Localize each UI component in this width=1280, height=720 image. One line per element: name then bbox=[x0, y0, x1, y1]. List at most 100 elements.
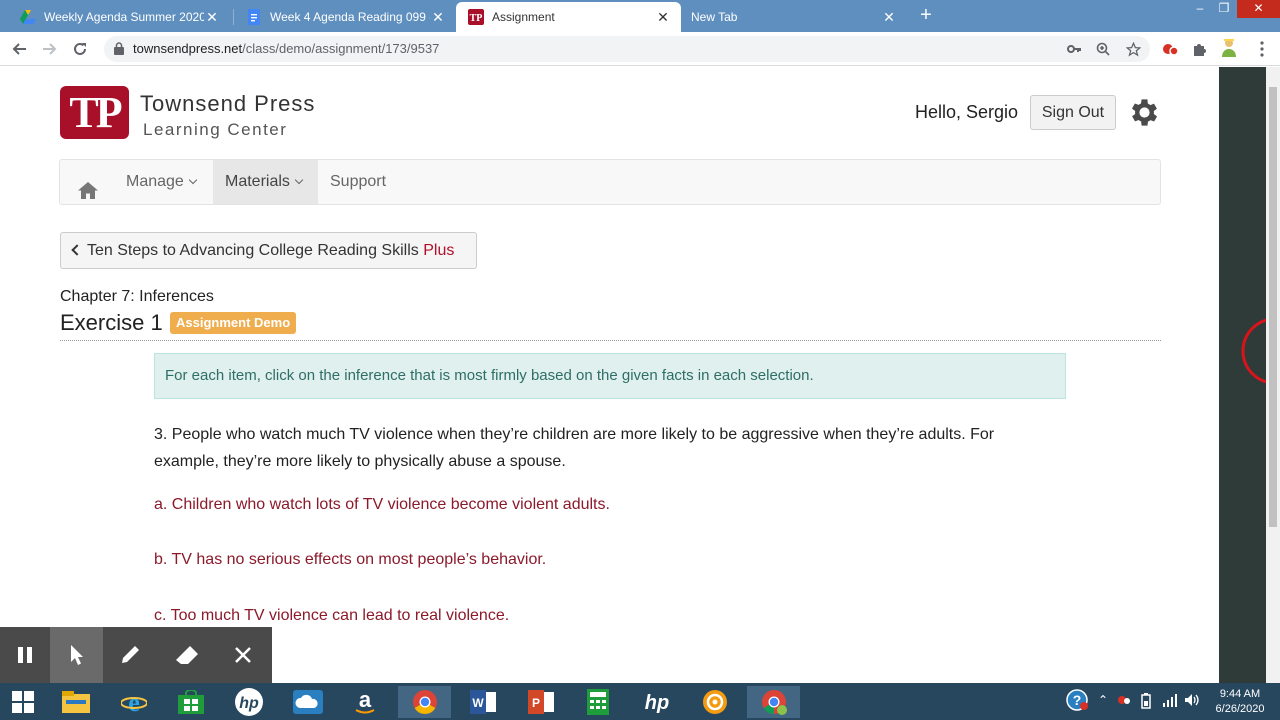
chrome-taskbar-icon[interactable] bbox=[398, 686, 451, 718]
svg-text:a: a bbox=[359, 689, 372, 712]
tab-strip: Weekly Agenda Summer 2020 - G ✕ Week 4 A… bbox=[0, 0, 1280, 32]
new-tab-plus-icon[interactable]: + bbox=[915, 5, 937, 27]
eraser-icon[interactable] bbox=[162, 627, 212, 683]
svg-text:e: e bbox=[128, 689, 140, 715]
chevron-left-icon bbox=[71, 244, 83, 256]
nav-support-label: Support bbox=[330, 173, 387, 190]
back-to-book-button[interactable]: Ten Steps to Advancing College Reading S… bbox=[60, 232, 477, 269]
pause-icon[interactable] bbox=[0, 627, 50, 683]
forward-arrow-icon[interactable] bbox=[38, 38, 60, 60]
hp-icon[interactable]: hp bbox=[224, 686, 274, 718]
nav-support[interactable]: Support bbox=[318, 160, 398, 204]
address-bar[interactable]: townsendpress.net/class/demo/assignment/… bbox=[104, 36, 1150, 62]
chapter-title: Chapter 7: Inferences bbox=[60, 288, 214, 305]
tab-title: Assignment bbox=[492, 10, 555, 24]
nav-manage[interactable]: Manage bbox=[114, 160, 208, 204]
tab-assignment[interactable]: TP Assignment ✕ bbox=[456, 2, 681, 32]
calculator-icon[interactable] bbox=[573, 686, 623, 718]
answer-choice-b[interactable]: b. TV has no serious effects on most peo… bbox=[154, 551, 546, 569]
restore-icon[interactable]: ❐ bbox=[1214, 0, 1234, 18]
page-scrollbar[interactable] bbox=[1266, 67, 1280, 683]
tab-title: Week 4 Agenda Reading 099 - G bbox=[270, 10, 430, 24]
nav-home[interactable] bbox=[66, 160, 110, 204]
clock-date: 6/26/2020 bbox=[1215, 703, 1265, 715]
bookmark-star-icon[interactable] bbox=[1125, 41, 1141, 57]
back-button-suffix: Plus bbox=[423, 242, 455, 259]
tab-title: Weekly Agenda Summer 2020 - G bbox=[44, 10, 204, 24]
chevron-down-icon bbox=[294, 175, 304, 185]
tab-title: New Tab bbox=[691, 10, 738, 24]
taskbar-clock[interactable]: 9:44 AM 6/26/2020 bbox=[1214, 687, 1266, 717]
more-menu-icon[interactable] bbox=[1252, 39, 1272, 59]
url-text: townsendpress.net/class/demo/assignment/… bbox=[133, 41, 439, 56]
zoom-icon[interactable] bbox=[1095, 41, 1111, 57]
annotation-toolbar bbox=[0, 627, 272, 683]
tab-week4-agenda[interactable]: Week 4 Agenda Reading 099 - G ✕ bbox=[234, 2, 456, 32]
close-icon[interactable]: ✕ bbox=[430, 9, 446, 26]
pencil-icon[interactable] bbox=[105, 627, 155, 683]
back-button-label: Ten Steps to Advancing College Reading S… bbox=[87, 242, 419, 259]
chevron-down-icon bbox=[188, 175, 198, 185]
answer-choice-a[interactable]: a. Children who watch lots of TV violenc… bbox=[154, 496, 610, 514]
sign-out-button[interactable]: Sign Out bbox=[1030, 95, 1116, 130]
home-icon bbox=[78, 173, 98, 217]
browser-toolbar: townsendpress.net/class/demo/assignment/… bbox=[0, 32, 1280, 66]
nav-materials[interactable]: Materials bbox=[213, 160, 318, 204]
instructions-box: For each item, click on the inference th… bbox=[154, 353, 1066, 399]
chevron-up-icon[interactable]: ⌃ bbox=[1098, 693, 1108, 707]
side-panel-ring-icon bbox=[1241, 318, 1266, 384]
url-host: townsendpress.net bbox=[133, 41, 243, 56]
weather-cloud-icon[interactable] bbox=[283, 686, 333, 718]
lock-icon[interactable] bbox=[114, 42, 124, 60]
tab-new-tab[interactable]: New Tab ✕ bbox=[681, 2, 907, 32]
back-arrow-icon[interactable] bbox=[9, 38, 31, 60]
close-icon[interactable] bbox=[218, 627, 268, 683]
gear-icon[interactable] bbox=[1127, 95, 1162, 130]
brand-name: Townsend Press bbox=[140, 91, 316, 116]
extension-record-icon[interactable] bbox=[1160, 39, 1180, 59]
svg-text:hp: hp bbox=[645, 692, 669, 714]
minimize-icon[interactable]: – bbox=[1186, 0, 1214, 18]
windows-taskbar: e hp a W P hp ? ⌃ bbox=[0, 683, 1280, 720]
google-drive-icon bbox=[20, 9, 36, 25]
internet-explorer-icon[interactable]: e bbox=[109, 686, 159, 718]
volume-icon[interactable] bbox=[1184, 693, 1200, 710]
google-docs-icon bbox=[246, 9, 262, 25]
close-icon[interactable]: ✕ bbox=[881, 9, 897, 26]
store-icon[interactable] bbox=[166, 686, 216, 718]
svg-text:W: W bbox=[472, 696, 484, 710]
townsend-press-logo[interactable]: TP bbox=[60, 86, 129, 139]
file-explorer-icon[interactable] bbox=[51, 686, 101, 718]
close-icon[interactable]: ✕ bbox=[204, 9, 220, 26]
tray-app-icon[interactable] bbox=[1117, 693, 1131, 710]
chrome-alt-taskbar-icon[interactable] bbox=[747, 686, 800, 718]
close-icon[interactable]: ✕ bbox=[655, 9, 671, 26]
settings-sun-icon[interactable] bbox=[690, 686, 740, 718]
hp-support-icon[interactable]: hp bbox=[632, 686, 682, 718]
reload-icon[interactable] bbox=[69, 38, 91, 60]
divider bbox=[60, 340, 1161, 341]
main-navbar: Manage Materials Support bbox=[59, 159, 1161, 205]
amazon-icon[interactable]: a bbox=[340, 686, 390, 718]
tab-weekly-agenda[interactable]: Weekly Agenda Summer 2020 - G ✕ bbox=[8, 2, 230, 32]
windows-start-icon[interactable] bbox=[0, 686, 46, 718]
word-icon[interactable]: W bbox=[458, 686, 508, 718]
answer-choice-c[interactable]: c. Too much TV violence can lead to real… bbox=[154, 607, 509, 625]
townsend-press-favicon: TP bbox=[468, 9, 484, 25]
powerpoint-icon[interactable]: P bbox=[516, 686, 566, 718]
scrollbar-thumb[interactable] bbox=[1269, 87, 1277, 527]
brand-subtitle: Learning Center bbox=[143, 120, 288, 139]
exercise-title: Exercise 1 bbox=[60, 310, 163, 335]
pointer-icon[interactable] bbox=[50, 627, 103, 683]
nav-materials-label: Materials bbox=[225, 173, 290, 190]
nav-manage-label: Manage bbox=[126, 173, 184, 190]
wifi-signal-icon[interactable] bbox=[1162, 693, 1178, 710]
help-icon[interactable]: ? bbox=[1066, 689, 1088, 714]
key-icon[interactable] bbox=[1066, 41, 1082, 57]
extensions-puzzle-icon[interactable] bbox=[1190, 39, 1210, 59]
question-text: 3. People who watch much TV violence whe… bbox=[154, 426, 995, 470]
assignment-demo-badge: Assignment Demo bbox=[170, 312, 297, 334]
battery-icon[interactable] bbox=[1140, 693, 1154, 712]
window-close-icon[interactable]: ✕ bbox=[1237, 0, 1280, 18]
profile-avatar-icon[interactable] bbox=[1219, 38, 1239, 58]
